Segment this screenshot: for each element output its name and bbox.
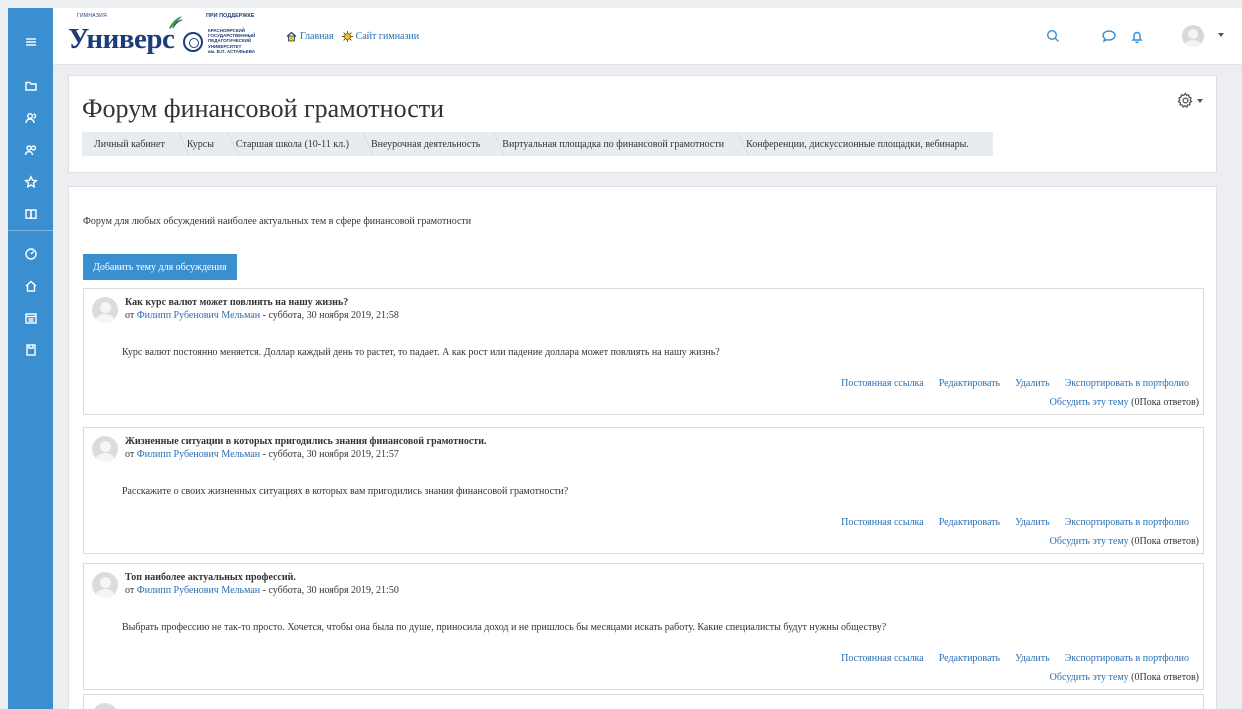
top-navbar: ГИМНАЗИЯ ПРИ ПОДДЕРЖКЕ Универс КРАСНОЯРС… [53,8,1242,65]
forum-post: Топ наиболее актуальных профессий. от Фи… [83,563,1204,690]
dashboard-icon[interactable] [8,242,53,266]
post-date: - суббота, 30 ноября 2019, 21:58 [260,310,399,321]
logo-gymnasium-label: ГИМНАЗИЯ [77,13,107,19]
post-byline: от Филипп Рубенович Мельман - суббота, 3… [125,585,399,596]
by-label: от [125,449,137,460]
home-link-icon [286,31,297,42]
post-message: Расскажите о своих жизненных ситуациях в… [122,486,569,497]
permalink-link[interactable]: Постоянная ссылка [841,653,924,664]
author-avatar[interactable] [92,436,118,462]
home-link[interactable]: Главная [286,31,334,42]
forum-post: Жизненные ситуации в которых пригодились… [83,427,1204,554]
discuss-line: Обсудить эту тему (0Пока ответов) [1050,672,1199,683]
messages-icon[interactable] [1101,28,1117,44]
author-link[interactable]: Филипп Рубенович Мельман [137,449,260,460]
users-icon[interactable] [8,106,53,130]
breadcrumb-item[interactable]: Старшая школа (10-11 кл.) [224,132,359,156]
search-icon[interactable] [1045,28,1061,44]
page-title: Форум финансовой грамотности [82,94,445,123]
post-date: - суббота, 30 ноября 2019, 21:57 [260,449,399,460]
post-byline: от Филипп Рубенович Мельман - суббота, 3… [125,310,399,321]
settings-menu-button[interactable] [1177,92,1203,109]
book-icon[interactable] [8,202,53,226]
export-portfolio-link[interactable]: Экспортировать в портфолио [1065,517,1189,528]
breadcrumb-item[interactable]: Личный кабинет [82,132,175,156]
logo-university-name: КРАСНОЯРСКИЙ ГОСУДАРСТВЕННЫЙ ПЕДАГОГИЧЕС… [208,28,256,54]
post-subject: Топ наиболее актуальных профессий. [125,572,296,583]
replies-count: (0Пока ответов) [1131,536,1199,547]
gear-icon [1177,92,1193,108]
home-icon[interactable] [8,274,53,298]
post-message: Курс валют постоянно меняется. Доллар ка… [122,347,720,358]
files-icon[interactable] [8,338,53,362]
gymnasium-site-link[interactable]: Сайт гимназии [341,31,420,42]
breadcrumb-item[interactable]: Внеурочная деятельность [359,132,490,156]
forum-post: Как курс валют может повлиять на нашу жи… [83,288,1204,415]
logo-brand: Универс [68,23,175,55]
post-message: Выбрать профессию не так-то просто. Хоче… [122,622,887,633]
breadcrumb-item[interactable]: Курсы [175,132,224,156]
discuss-line: Обсудить эту тему (0Пока ответов) [1050,397,1199,408]
post-subject: Как курс валют может повлиять на нашу жи… [125,297,349,308]
post-byline: от Филипп Рубенович Мельман - суббота, 3… [125,449,399,460]
site-link-icon [341,31,353,42]
user-avatar[interactable] [1182,25,1204,47]
author-link[interactable]: Филипп Рубенович Мельман [137,310,260,321]
discuss-topic-link[interactable]: Обсудить эту тему [1050,397,1129,408]
permalink-link[interactable]: Постоянная ссылка [841,517,924,528]
discuss-line: Обсудить эту тему (0Пока ответов) [1050,536,1199,547]
export-portfolio-link[interactable]: Экспортировать в портфолио [1065,378,1189,389]
edit-link[interactable]: Редактировать [939,653,1000,664]
forum-content: Форум для любых обсуждений наиболее акту… [68,186,1217,709]
calendar-icon[interactable] [8,306,53,330]
user-menu-chevron-down-icon[interactable] [1218,33,1224,37]
author-avatar[interactable] [92,703,118,709]
by-label: от [125,310,137,321]
forum-post-partial [83,694,1204,709]
export-portfolio-link[interactable]: Экспортировать в портфолио [1065,653,1189,664]
edit-link[interactable]: Редактировать [939,378,1000,389]
replies-count: (0Пока ответов) [1131,397,1199,408]
menu-icon[interactable] [8,30,53,54]
delete-link[interactable]: Удалить [1015,653,1050,664]
university-seal-icon [183,32,203,52]
add-discussion-button[interactable]: Добавить тему для обсуждения [83,254,237,280]
logo-support-label: ПРИ ПОДДЕРЖКЕ [206,13,255,19]
author-avatar[interactable] [92,297,118,323]
left-sidebar [8,8,53,709]
gymnasium-site-link-label: Сайт гимназии [355,31,420,42]
post-subject: Жизненные ситуации в которых пригодились… [125,436,487,447]
breadcrumb-item[interactable]: Виртуальная площадка по финансовой грамо… [490,132,734,156]
forum-description: Форум для любых обсуждений наиболее акту… [83,216,472,227]
folder-icon[interactable] [8,74,53,98]
breadcrumb-item[interactable]: Конференции, дискуссионные площадки, веб… [734,132,979,156]
by-label: от [125,585,137,596]
discuss-topic-link[interactable]: Обсудить эту тему [1050,536,1129,547]
permalink-link[interactable]: Постоянная ссылка [841,378,924,389]
delete-link[interactable]: Удалить [1015,378,1050,389]
breadcrumb: Личный кабинет Курсы Старшая школа (10-1… [82,132,993,156]
post-commands: Постоянная ссылка Редактировать Удалить … [841,517,1189,528]
delete-link[interactable]: Удалить [1015,517,1050,528]
site-logo[interactable]: ГИМНАЗИЯ ПРИ ПОДДЕРЖКЕ Универс КРАСНОЯРС… [65,12,285,56]
home-link-label: Главная [300,31,334,42]
notifications-bell-icon[interactable] [1129,28,1145,44]
sidebar-divider [8,230,53,231]
post-commands: Постоянная ссылка Редактировать Удалить … [841,653,1189,664]
page-header: Форум финансовой грамотности Личный каби… [68,75,1217,173]
discuss-topic-link[interactable]: Обсудить эту тему [1050,672,1129,683]
post-date: - суббота, 30 ноября 2019, 21:50 [260,585,399,596]
edit-link[interactable]: Редактировать [939,517,1000,528]
star-icon[interactable] [8,170,53,194]
replies-count: (0Пока ответов) [1131,672,1199,683]
author-avatar[interactable] [92,572,118,598]
author-link[interactable]: Филипп Рубенович Мельман [137,585,260,596]
top-links: Главная Сайт гимназии [286,31,419,42]
post-commands: Постоянная ссылка Редактировать Удалить … [841,378,1189,389]
user-area [1042,8,1242,64]
chevron-down-icon [1197,98,1203,103]
group-icon[interactable] [8,138,53,162]
